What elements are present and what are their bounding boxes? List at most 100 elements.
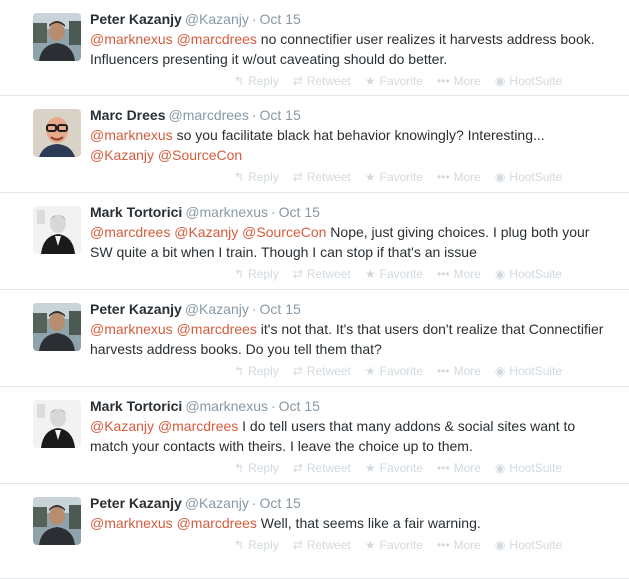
author-name[interactable]: Peter Kazanjy xyxy=(90,301,182,317)
retweet-label: Retweet xyxy=(306,461,351,475)
reply-icon: ↰ xyxy=(234,538,245,552)
author-name[interactable]: Peter Kazanjy xyxy=(90,11,182,27)
tweet-timestamp[interactable]: Oct 15 xyxy=(279,204,320,220)
mention-link[interactable]: @marknexus xyxy=(90,515,173,531)
tweet[interactable]: Peter Kazanjy @Kazanjy · Oct 15 @marknexus @… xyxy=(0,0,629,96)
avatar[interactable] xyxy=(33,497,81,545)
tweet-timestamp[interactable]: Oct 15 xyxy=(260,107,301,123)
tweet-header: Peter Kazanjy @Kazanjy · Oct 15 xyxy=(90,290,629,318)
reply-button[interactable]: ↰ Reply xyxy=(234,74,279,88)
retweet-icon: ⇄ xyxy=(292,74,303,88)
hootsuite-button[interactable]: ◉ HootSuite xyxy=(495,170,562,184)
author-handle[interactable]: @Kazanjy xyxy=(185,301,249,317)
tweet-header: Peter Kazanjy @Kazanjy · Oct 15 xyxy=(90,484,629,512)
tweet[interactable]: Mark Tortorici @marknexus · Oct 15 @marcdree… xyxy=(0,193,629,290)
mention-link[interactable]: @SourceCon xyxy=(158,147,242,163)
mention-link[interactable]: @Kazanjy xyxy=(90,418,154,434)
more-button[interactable]: ••• More xyxy=(437,538,481,552)
reply-button[interactable]: ↰ Reply xyxy=(234,170,279,184)
mention-link[interactable]: @SourceCon xyxy=(242,224,326,240)
favorite-button[interactable]: ★ Favorite xyxy=(365,74,423,88)
favorite-icon: ★ xyxy=(364,538,376,552)
favorite-button[interactable]: ★ Favorite xyxy=(365,461,423,475)
more-icon: ••• xyxy=(436,364,450,378)
more-button[interactable]: ••• More xyxy=(437,364,481,378)
mention-link[interactable]: @marcdrees xyxy=(158,418,238,434)
hootsuite-button[interactable]: ◉ HootSuite xyxy=(495,364,562,378)
retweet-icon: ⇄ xyxy=(292,364,303,378)
favorite-button[interactable]: ★ Favorite xyxy=(365,267,423,281)
hootsuite-label: HootSuite xyxy=(509,461,563,475)
tweet-timestamp[interactable]: Oct 15 xyxy=(260,301,301,317)
tweet[interactable]: Peter Kazanjy @Kazanjy · Oct 15 @marknexus @… xyxy=(0,290,629,387)
author-name[interactable]: Mark Tortorici xyxy=(90,204,182,220)
mention-link[interactable]: @marknexus xyxy=(90,321,173,337)
tweet-timestamp[interactable]: Oct 15 xyxy=(260,11,301,27)
retweet-button[interactable]: ⇄ Retweet xyxy=(293,364,351,378)
hootsuite-button[interactable]: ◉ HootSuite xyxy=(495,74,562,88)
tweet-actions: ↰ Reply ⇄ Retweet ★ Favorite ••• More ◉ HootSuite xyxy=(234,361,629,381)
favorite-button[interactable]: ★ Favorite xyxy=(365,170,423,184)
more-button[interactable]: ••• More xyxy=(437,267,481,281)
reply-button[interactable]: ↰ Reply xyxy=(234,364,279,378)
author-handle[interactable]: @marcdrees xyxy=(169,107,249,123)
favorite-icon: ★ xyxy=(364,364,376,378)
more-button[interactable]: ••• More xyxy=(437,74,481,88)
mention-link[interactable]: @marcdrees xyxy=(177,515,257,531)
more-label: More xyxy=(453,267,481,281)
avatar[interactable] xyxy=(33,303,81,351)
retweet-button[interactable]: ⇄ Retweet xyxy=(293,74,351,88)
more-button[interactable]: ••• More xyxy=(437,170,481,184)
reply-icon: ↰ xyxy=(234,267,245,281)
avatar[interactable] xyxy=(33,400,81,448)
mention-link[interactable]: @marcdrees xyxy=(177,321,257,337)
favorite-label: Favorite xyxy=(379,267,423,281)
hootsuite-label: HootSuite xyxy=(509,267,563,281)
retweet-button[interactable]: ⇄ Retweet xyxy=(293,538,351,552)
mention-link[interactable]: @marcdrees xyxy=(177,31,257,47)
tweet-actions: ↰ Reply ⇄ Retweet ★ Favorite ••• More ◉ HootSuite xyxy=(234,535,629,555)
tweet-actions: ↰ Reply ⇄ Retweet ★ Favorite ••• More ◉ HootSuite xyxy=(234,167,629,187)
avatar[interactable] xyxy=(33,13,81,61)
hootsuite-icon: ◉ xyxy=(494,74,506,88)
reply-button[interactable]: ↰ Reply xyxy=(234,267,279,281)
tweet[interactable]: Mark Tortorici @marknexus · Oct 15 @Kazanjy … xyxy=(0,387,629,484)
author-handle[interactable]: @Kazanjy xyxy=(185,11,249,27)
retweet-button[interactable]: ⇄ Retweet xyxy=(293,267,351,281)
more-label: More xyxy=(453,74,481,88)
mention-link[interactable]: @marcdrees xyxy=(90,224,170,240)
author-handle[interactable]: @Kazanjy xyxy=(185,495,249,511)
hootsuite-icon: ◉ xyxy=(494,538,506,552)
mention-link[interactable]: @marknexus xyxy=(90,127,173,143)
retweet-button[interactable]: ⇄ Retweet xyxy=(293,170,351,184)
author-name[interactable]: Marc Drees xyxy=(90,107,166,123)
retweet-icon: ⇄ xyxy=(292,461,303,475)
author-handle[interactable]: @marknexus xyxy=(185,204,268,220)
avatar[interactable] xyxy=(33,206,81,254)
author-name[interactable]: Mark Tortorici xyxy=(90,398,182,414)
reply-button[interactable]: ↰ Reply xyxy=(234,538,279,552)
favorite-button[interactable]: ★ Favorite xyxy=(365,538,423,552)
tweet[interactable]: Peter Kazanjy @Kazanjy · Oct 15 @marknexus @… xyxy=(0,484,629,579)
retweet-button[interactable]: ⇄ Retweet xyxy=(293,461,351,475)
tweet-text: @marknexus so you facilitate black hat b… xyxy=(90,124,629,165)
avatar[interactable] xyxy=(33,109,81,157)
author-handle[interactable]: @marknexus xyxy=(185,398,268,414)
author-name[interactable]: Peter Kazanjy xyxy=(90,495,182,511)
hootsuite-button[interactable]: ◉ HootSuite xyxy=(495,267,562,281)
hootsuite-label: HootSuite xyxy=(509,364,563,378)
hootsuite-button[interactable]: ◉ HootSuite xyxy=(495,461,562,475)
hootsuite-button[interactable]: ◉ HootSuite xyxy=(495,538,562,552)
tweet-timestamp[interactable]: Oct 15 xyxy=(279,398,320,414)
reply-icon: ↰ xyxy=(234,74,245,88)
more-button[interactable]: ••• More xyxy=(437,461,481,475)
mention-link[interactable]: @Kazanjy xyxy=(90,147,154,163)
tweet-text-fragment: Well, that seems like a fair warning. xyxy=(256,515,481,531)
favorite-button[interactable]: ★ Favorite xyxy=(365,364,423,378)
mention-link[interactable]: @Kazanjy xyxy=(174,224,238,240)
tweet-timestamp[interactable]: Oct 15 xyxy=(260,495,301,511)
reply-button[interactable]: ↰ Reply xyxy=(234,461,279,475)
retweet-label: Retweet xyxy=(306,170,351,184)
mention-link[interactable]: @marknexus xyxy=(90,31,173,47)
tweet[interactable]: Marc Drees @marcdrees · Oct 15 @marknexus so… xyxy=(0,96,629,193)
